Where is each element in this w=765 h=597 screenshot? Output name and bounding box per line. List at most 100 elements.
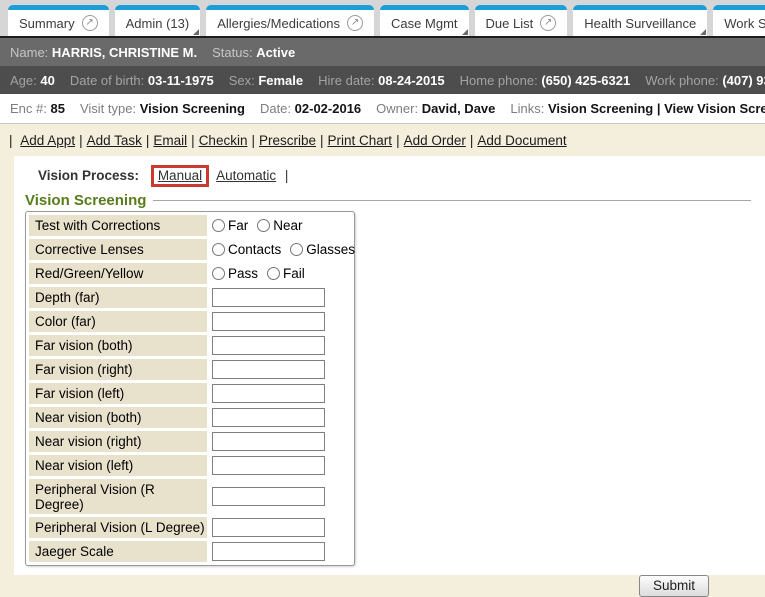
- vision-process-automatic-link[interactable]: Automatic: [216, 168, 276, 183]
- demographics_bar-pair: Home phone: (650) 425-6321: [460, 73, 631, 88]
- external-link-icon[interactable]: ↗: [82, 15, 98, 31]
- field-label: Work phone:: [645, 73, 718, 88]
- field-value: Female: [258, 73, 303, 88]
- demographics_bar-pair: Hire date: 08-24-2015: [318, 73, 445, 88]
- tab-case-mgmt[interactable]: Case Mgmt: [380, 5, 468, 36]
- form-row-controls: [212, 456, 325, 475]
- form-row-controls: [212, 487, 325, 506]
- form-row-controls: [212, 542, 325, 561]
- section-divider: [153, 200, 751, 201]
- form-row-controls: ContactsGlasses: [212, 242, 364, 257]
- field-value: (407) 939: [722, 73, 765, 88]
- patient_bar-pair: Name: HARRIS, CHRISTINE M.: [10, 45, 197, 60]
- form-row-label: Far vision (both): [29, 335, 207, 356]
- form-row: Near vision (left): [29, 455, 351, 476]
- encounter_bar-pair: Visit type: Vision Screening: [80, 101, 245, 116]
- form-row: Depth (far): [29, 287, 351, 308]
- form-row-label: Peripheral Vision (L Degree): [29, 517, 207, 538]
- radio-label: Pass: [228, 266, 258, 281]
- text-input-peripheral-vision-r-degree[interactable]: [212, 487, 325, 506]
- action-link-add-appt[interactable]: Add Appt: [20, 133, 75, 148]
- form-row: Test with CorrectionsFarNear: [29, 215, 351, 236]
- encounter_bar-pair: Owner: David, Dave: [376, 101, 495, 116]
- field-value: (650) 425-6321: [541, 73, 630, 88]
- form-row-controls: [212, 312, 325, 331]
- radio-fail[interactable]: [267, 267, 280, 280]
- patient-tab-bar: Summary↗Admin (13)Allergies/Medications↗…: [0, 0, 765, 38]
- external-link-icon[interactable]: ↗: [540, 15, 556, 31]
- action-link-checkin[interactable]: Checkin: [199, 133, 248, 148]
- action-link-add-document[interactable]: Add Document: [477, 133, 566, 148]
- field-label: Owner:: [376, 101, 418, 116]
- field-value: Vision Screening: [140, 101, 245, 116]
- radio-near[interactable]: [257, 219, 270, 232]
- tab-work-status[interactable]: Work Status↗: [713, 5, 765, 36]
- tab-due-list[interactable]: Due List ↗: [475, 5, 568, 36]
- vision-process-manual-link[interactable]: Manual: [158, 168, 202, 183]
- text-input-depth-far[interactable]: [212, 288, 325, 307]
- form-row: Color (far): [29, 311, 351, 332]
- manual-highlight-box: Manual: [151, 165, 209, 187]
- text-input-far-vision-right[interactable]: [212, 360, 325, 379]
- form-row-label: Near vision (right): [29, 431, 207, 452]
- text-input-near-vision-left[interactable]: [212, 456, 325, 475]
- text-input-color-far[interactable]: [212, 312, 325, 331]
- field-label: Name:: [10, 45, 48, 60]
- field-value: Vision Screening | View Vision Screening: [548, 101, 765, 116]
- radio-label: Fail: [283, 266, 305, 281]
- action-link-print-chart[interactable]: Print Chart: [328, 133, 393, 148]
- text-input-near-vision-both[interactable]: [212, 408, 325, 427]
- external-link-icon[interactable]: ↗: [347, 15, 363, 31]
- action-link-add-task[interactable]: Add Task: [87, 133, 142, 148]
- text-input-far-vision-both[interactable]: [212, 336, 325, 355]
- field-value: Active: [256, 45, 295, 60]
- form-row-controls: [212, 408, 325, 427]
- form-row: Near vision (both): [29, 407, 351, 428]
- text-input-far-vision-left[interactable]: [212, 384, 325, 403]
- form-row-label: Depth (far): [29, 287, 207, 308]
- tab-health-surveillance[interactable]: Health Surveillance: [573, 5, 707, 36]
- form-row-label: Color (far): [29, 311, 207, 332]
- form-row: Far vision (right): [29, 359, 351, 380]
- encounter_bar-pair: Enc #: 85: [10, 101, 65, 116]
- radio-contacts[interactable]: [212, 243, 225, 256]
- tab-admin-13[interactable]: Admin (13): [115, 5, 201, 36]
- field-value: 08-24-2015: [378, 73, 445, 88]
- section-header: Vision Screening: [25, 192, 751, 209]
- submit-button[interactable]: Submit: [639, 575, 709, 597]
- tab-allergies-medications[interactable]: Allergies/Medications↗: [206, 5, 374, 36]
- form-row-label: Test with Corrections: [29, 215, 207, 236]
- dropdown-corner-icon: [462, 29, 468, 35]
- radio-option: Far: [212, 218, 248, 233]
- demographics_bar-pair: Date of birth: 03-11-1975: [70, 73, 214, 88]
- form-row-controls: [212, 360, 325, 379]
- form-row: Red/Green/Yellow Pass Fail: [29, 263, 351, 284]
- form-row-controls: [212, 336, 325, 355]
- form-row: Far vision (both): [29, 335, 351, 356]
- action-links-bar: | Add Appt|Add Task|Email|Checkin|Prescr…: [0, 124, 765, 156]
- text-input-peripheral-vision-l-degree[interactable]: [212, 518, 325, 537]
- action-link-email[interactable]: Email: [153, 133, 187, 148]
- field-label: Links:: [510, 101, 544, 116]
- field-label: Age:: [10, 73, 37, 88]
- radio-far[interactable]: [212, 219, 225, 232]
- field-label: Enc #:: [10, 101, 47, 116]
- tab-label: Due List: [486, 16, 534, 31]
- radio-glasses[interactable]: [290, 243, 303, 256]
- text-input-near-vision-right[interactable]: [212, 432, 325, 451]
- field-value: HARRIS, CHRISTINE M.: [52, 45, 197, 60]
- form-row-label: Red/Green/Yellow: [29, 263, 207, 284]
- field-label: Hire date:: [318, 73, 374, 88]
- form-row-label: Corrective Lenses: [29, 239, 207, 260]
- tab-summary[interactable]: Summary↗: [8, 5, 109, 36]
- action-link-add-order[interactable]: Add Order: [404, 133, 466, 148]
- vision-process-row: Vision Process: Manual Automatic |: [25, 163, 751, 191]
- vision-screening-form: Test with CorrectionsFarNearCorrective L…: [25, 211, 355, 566]
- form-row-label: Jaeger Scale: [29, 541, 207, 562]
- text-input-jaeger-scale[interactable]: [212, 542, 325, 561]
- form-row: Near vision (right): [29, 431, 351, 452]
- action-link-prescribe[interactable]: Prescribe: [259, 133, 316, 148]
- radio-pass[interactable]: [212, 267, 225, 280]
- field-label: Date of birth:: [70, 73, 144, 88]
- tab-label: Work Status: [724, 16, 765, 31]
